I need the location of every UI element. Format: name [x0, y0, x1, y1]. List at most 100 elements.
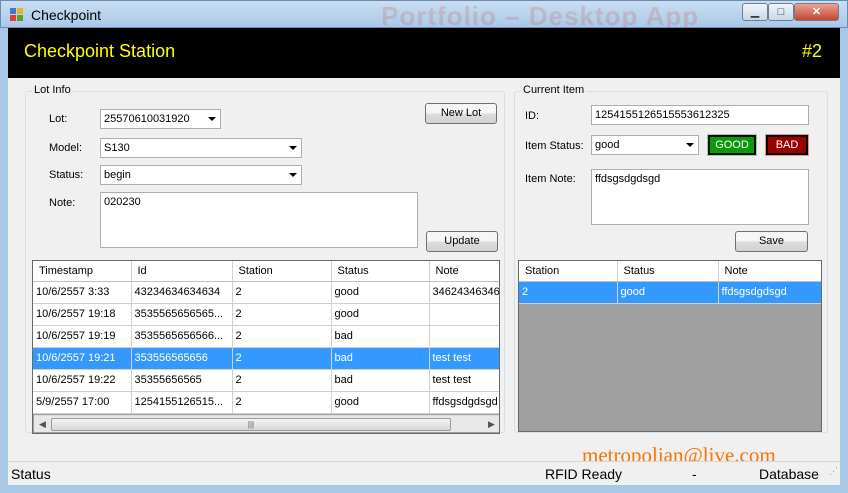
lot-table-cell[interactable]: bad — [331, 325, 430, 348]
lot-table-cell[interactable]: 2 — [232, 347, 332, 370]
resize-grip-icon[interactable]: ⋰ — [829, 466, 838, 483]
item-status-select-value: good — [595, 139, 620, 151]
main-panel: Lot Info Lot: 25570610031920 Model: S130… — [8, 78, 840, 467]
lot-table-cell[interactable]: 10/6/2557 19:21 — [33, 347, 132, 370]
scroll-right-arrow-icon[interactable]: ▶ — [483, 416, 499, 433]
lot-table-cell[interactable]: 3535565656565... — [131, 303, 233, 326]
lot-table-row[interactable]: 10/6/2557 19:22 35355656565 2 bad test test — [33, 369, 499, 392]
lot-table-horizontal-scrollbar[interactable]: ◀ ||| ▶ — [34, 415, 499, 433]
lot-table-cell[interactable] — [429, 303, 499, 326]
lot-table-cell[interactable]: 43234634634634 — [131, 281, 233, 304]
item-table-cell[interactable]: good — [617, 281, 719, 304]
item-table-row[interactable]: 2 good ffdsgsdgdsgd — [519, 281, 821, 304]
lot-column-header[interactable]: Note — [429, 261, 499, 282]
item-column-header[interactable]: Status — [617, 261, 719, 282]
lot-records-table[interactable]: Timestamp Id Station Status Note 10/6/2557 3… — [32, 260, 500, 434]
item-status-label: Item Status: — [525, 140, 584, 152]
lot-table-cell[interactable]: ffdsgsdgdsgd — [429, 391, 499, 414]
lot-table-cell[interactable]: 5/9/2557 17:00 — [33, 391, 132, 414]
lot-table-row[interactable]: 5/9/2557 17:00 1254155126515... 2 good ffdsg… — [33, 391, 499, 414]
item-records-table[interactable]: Station Status Note 2 good ffdsgsdgdsgd — [518, 260, 822, 432]
chevron-down-icon — [686, 143, 694, 147]
status-separator: - — [692, 466, 697, 482]
item-id-field[interactable]: 1254155126515553612325 — [591, 105, 809, 125]
note-label: Note: — [49, 197, 76, 209]
lot-table-cell[interactable]: 1254155126515... — [131, 391, 233, 414]
save-button[interactable]: Save — [735, 231, 808, 252]
lot-table-cell[interactable]: 353556565656 — [131, 347, 233, 370]
lot-label: Lot: — [49, 113, 68, 125]
lot-table-cell[interactable]: 35355656565 — [131, 369, 233, 392]
update-button[interactable]: Update — [426, 231, 498, 252]
status-label: Status: — [49, 169, 84, 181]
lot-table-cell[interactable]: bad — [331, 347, 430, 370]
chevron-down-icon — [289, 173, 297, 177]
status-bar: Status RFID Ready - Database ⋰ — [8, 461, 840, 485]
lot-table-cell[interactable]: 34624346346 — [429, 281, 499, 304]
lot-info-group: Lot Info Lot: 25570610031920 Model: S130… — [25, 84, 505, 434]
database-status: Database — [759, 466, 819, 482]
lot-select[interactable]: 25570610031920 — [100, 109, 221, 129]
window-titlebar[interactable]: Checkpoint Portfolio – Desktop App ▁ □ ✕ — [0, 0, 848, 31]
item-note-label: Item Note: — [525, 173, 576, 185]
station-number: #2 — [801, 41, 822, 61]
item-column-header[interactable]: Station — [519, 261, 618, 282]
app-icon — [10, 8, 24, 22]
lot-table-cell[interactable]: good — [331, 281, 430, 304]
lot-table-cell[interactable]: 2 — [232, 281, 332, 304]
lot-table-cell[interactable]: 3535565656566... — [131, 325, 233, 348]
lot-table-cell[interactable]: test test — [429, 369, 499, 392]
chevron-down-icon — [208, 117, 216, 121]
lot-table-cell[interactable]: bad — [331, 369, 430, 392]
good-button[interactable]: GOOD — [707, 134, 757, 156]
lot-table-cell[interactable]: 10/6/2557 19:19 — [33, 325, 132, 348]
model-select-value: S130 — [104, 142, 130, 154]
lot-note-textarea[interactable]: 020230 — [100, 192, 418, 248]
lot-table-cell[interactable]: 2 — [232, 303, 332, 326]
lot-table-cell[interactable]: test test — [429, 347, 499, 370]
chevron-down-icon — [289, 146, 297, 150]
item-note-textarea[interactable]: ffdsgsdgdsgd — [591, 169, 809, 225]
lot-column-header[interactable]: Status — [331, 261, 430, 282]
model-select[interactable]: S130 — [100, 138, 302, 158]
item-table-cell[interactable]: 2 — [519, 281, 618, 304]
lot-table-row[interactable]: 10/6/2557 19:18 3535565656565... 2 good — [33, 303, 499, 326]
maximize-button[interactable]: □ — [768, 3, 794, 21]
lot-table-cell[interactable] — [429, 325, 499, 348]
lot-select-value: 25570610031920 — [104, 113, 190, 125]
scrollbar-thumb[interactable]: ||| — [51, 418, 451, 431]
status-text: Status — [11, 466, 51, 482]
close-button[interactable]: ✕ — [794, 3, 839, 21]
current-item-group: Current Item ID: 1254155126515553612325 … — [514, 84, 828, 433]
lot-info-group-title: Lot Info — [32, 84, 73, 96]
lot-table-cell[interactable]: 2 — [232, 369, 332, 392]
lot-column-header[interactable]: Timestamp — [33, 261, 132, 282]
status-select[interactable]: begin — [100, 165, 302, 185]
lot-table-row[interactable]: 10/6/2557 19:21 353556565656 2 bad test test — [33, 347, 499, 370]
lot-table-cell[interactable]: good — [331, 391, 430, 414]
lot-column-header[interactable]: Station — [232, 261, 332, 282]
item-column-header[interactable]: Note — [718, 261, 821, 282]
station-header: Checkpoint Station #2 — [8, 28, 840, 78]
lot-table-cell[interactable]: 10/6/2557 3:33 — [33, 281, 132, 304]
item-id-label: ID: — [525, 110, 540, 122]
new-lot-button[interactable]: New Lot — [425, 103, 497, 124]
lot-table-cell[interactable]: 2 — [232, 391, 332, 414]
scroll-left-arrow-icon[interactable]: ◀ — [34, 416, 51, 433]
status-select-value: begin — [104, 169, 131, 181]
lot-table-cell[interactable]: good — [331, 303, 430, 326]
lot-table-cell[interactable]: 10/6/2557 19:18 — [33, 303, 132, 326]
lot-table-row[interactable]: 10/6/2557 19:19 3535565656566... 2 bad — [33, 325, 499, 348]
lot-table-cell[interactable]: 10/6/2557 19:22 — [33, 369, 132, 392]
minimize-button[interactable]: ▁ — [742, 3, 768, 21]
bad-button[interactable]: BAD — [765, 134, 809, 156]
item-status-select[interactable]: good — [591, 135, 699, 155]
lot-column-header[interactable]: Id — [131, 261, 233, 282]
window-title: Checkpoint — [31, 7, 102, 23]
rfid-status: RFID Ready — [545, 466, 623, 482]
lot-table-row[interactable]: 10/6/2557 3:33 43234634634634 2 good 3462434… — [33, 281, 499, 304]
lot-table-cell[interactable]: 2 — [232, 325, 332, 348]
item-table-cell[interactable]: ffdsgsdgdsgd — [718, 281, 821, 304]
current-item-group-title: Current Item — [521, 84, 587, 96]
station-title: Checkpoint Station — [24, 41, 176, 61]
